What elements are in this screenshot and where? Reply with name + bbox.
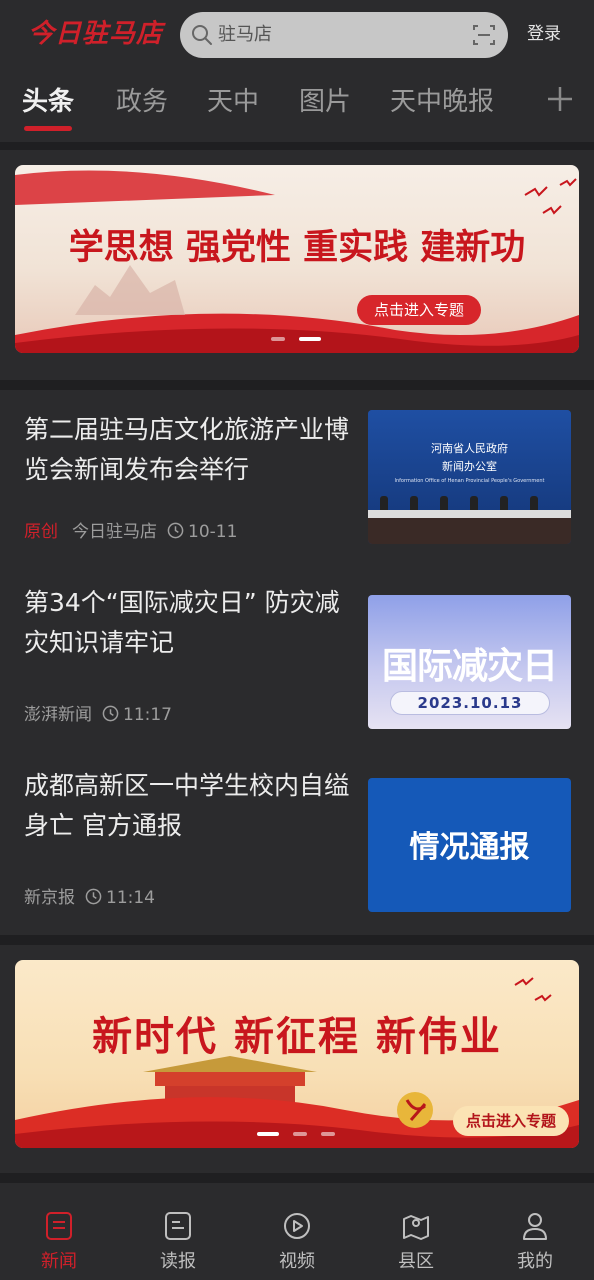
thumb-line2: 新闻办公室 <box>442 460 497 473</box>
news-thumbnail[interactable]: 国际减灾日 2023.10.13 <box>368 595 571 729</box>
thumb-person <box>380 496 388 510</box>
thumb-person <box>410 496 418 510</box>
add-channel-icon[interactable] <box>545 84 575 114</box>
top-banner-title: 学思想 强党性 重实践 建新功 <box>68 227 526 268</box>
nav-profile[interactable]: 我的 <box>476 1183 594 1280</box>
search-input[interactable]: 驻马店 <box>218 12 272 58</box>
tab-headlines[interactable]: 头条 <box>22 82 74 122</box>
bottom-banner[interactable]: 新时代 新征程 新伟业 点击进入专题 <box>15 960 579 1148</box>
clock-icon <box>85 888 102 905</box>
active-tab-indicator <box>24 126 72 131</box>
top-banner-pagination <box>271 337 331 343</box>
news-thumbnail[interactable]: 河南省人民政府 新闻办公室 Information Office of Hena… <box>368 410 571 544</box>
pagination-dot <box>293 1132 307 1136</box>
search-bar[interactable]: 驻马店 <box>180 12 508 58</box>
tab-government[interactable]: 政务 <box>116 82 168 122</box>
news-item[interactable]: 第34个“国际减灾日” 防灾减灾知识请牢记 澎湃新闻 11:17 国际减灾日 20… <box>0 575 594 750</box>
thumb-person <box>530 496 538 510</box>
news-item[interactable]: 成都高新区一中学生校内自缢身亡 官方通报 新京报 11:14 情况通报 <box>0 758 594 933</box>
news-time: 11:14 <box>106 888 155 908</box>
profile-icon <box>523 1213 547 1240</box>
bottom-navigation: 新闻 读报 视频 县区 我的 <box>0 1183 594 1280</box>
bottom-banner-title: 新时代 新征程 新伟业 <box>92 1013 502 1060</box>
original-tag: 原创 <box>24 522 58 542</box>
pagination-dot <box>271 337 285 341</box>
tab-pictures[interactable]: 图片 <box>299 82 351 122</box>
news-list: 第二届驻马店文化旅游产业博览会新闻发布会举行 原创 今日驻马店 10-11 河南省人… <box>0 390 594 935</box>
nav-video[interactable]: 视频 <box>238 1183 356 1280</box>
login-button[interactable]: 登录 <box>527 20 561 48</box>
thumb-table <box>368 510 571 518</box>
newspaper-icon <box>165 1212 191 1240</box>
thumb-person <box>470 496 478 510</box>
clock-icon <box>167 522 184 539</box>
news-icon <box>46 1212 72 1240</box>
news-item[interactable]: 第二届驻马店文化旅游产业博览会新闻发布会举行 原创 今日驻马店 10-11 河南省人… <box>0 390 594 565</box>
news-meta: 新京报 11:14 <box>24 886 155 910</box>
nav-news[interactable]: 新闻 <box>0 1183 118 1280</box>
nav-newspaper[interactable]: 读报 <box>119 1183 237 1280</box>
thumb-audience <box>368 518 571 544</box>
app-logo[interactable]: 今日驻马店 <box>28 14 163 54</box>
top-banner-section: 学思想 强党性 重实践 建新功 点击进入专题 <box>0 150 594 380</box>
nav-news-label: 新闻 <box>41 1251 77 1272</box>
bottom-banner-pagination <box>257 1132 347 1138</box>
news-title[interactable]: 第二届驻马店文化旅游产业博览会新闻发布会举行 <box>24 410 354 490</box>
pagination-dot-active <box>299 337 321 341</box>
bottom-banner-enter-button[interactable]: 点击进入专题 <box>453 1106 569 1136</box>
pagination-dot-active <box>257 1132 279 1136</box>
map-icon <box>403 1215 429 1240</box>
thumb-person <box>500 496 508 510</box>
thumb-date: 2023.10.13 <box>390 691 550 715</box>
news-source: 新京报 <box>24 888 75 908</box>
thumb-person <box>440 496 448 510</box>
news-time: 10-11 <box>188 522 238 542</box>
app-header: 今日驻马店 驻马店 登录 <box>0 0 594 72</box>
news-source: 今日驻马店 <box>72 522 157 542</box>
nav-video-label: 视频 <box>279 1251 315 1272</box>
news-meta: 原创 今日驻马店 10-11 <box>24 520 237 544</box>
scan-icon[interactable] <box>472 23 496 47</box>
news-source: 澎湃新闻 <box>24 705 92 725</box>
top-banner-enter-button[interactable]: 点击进入专题 <box>357 295 481 325</box>
nav-county-label: 县区 <box>398 1251 434 1272</box>
thumb-headline: 国际减灾日 <box>381 646 558 687</box>
tab-evening-paper[interactable]: 天中晚报 <box>390 82 494 122</box>
channel-tabs: 头条 政务 天中 图片 天中晚报 <box>0 72 594 142</box>
news-meta: 澎湃新闻 11:17 <box>24 703 172 727</box>
bottom-banner-section: 新时代 新征程 新伟业 点击进入专题 <box>0 945 594 1173</box>
news-title[interactable]: 成都高新区一中学生校内自缢身亡 官方通报 <box>24 766 354 846</box>
thumb-headline: 情况通报 <box>409 830 530 865</box>
top-banner[interactable]: 学思想 强党性 重实践 建新功 点击进入专题 <box>15 165 579 353</box>
video-icon <box>284 1213 310 1239</box>
thumb-line1: 河南省人民政府 <box>431 442 508 455</box>
tab-tianzhong[interactable]: 天中 <box>207 82 259 122</box>
nav-county[interactable]: 县区 <box>357 1183 475 1280</box>
pagination-dot <box>321 1132 335 1136</box>
news-title[interactable]: 第34个“国际减灾日” 防灾减灾知识请牢记 <box>24 583 354 663</box>
thumb-line3: Information Office of Henan Provincial P… <box>394 478 545 484</box>
nav-profile-label: 我的 <box>517 1251 553 1272</box>
nav-newspaper-label: 读报 <box>160 1251 196 1272</box>
news-thumbnail[interactable]: 情况通报 <box>368 778 571 912</box>
clock-icon <box>102 705 119 722</box>
news-time: 11:17 <box>123 705 172 725</box>
search-icon <box>192 25 212 45</box>
